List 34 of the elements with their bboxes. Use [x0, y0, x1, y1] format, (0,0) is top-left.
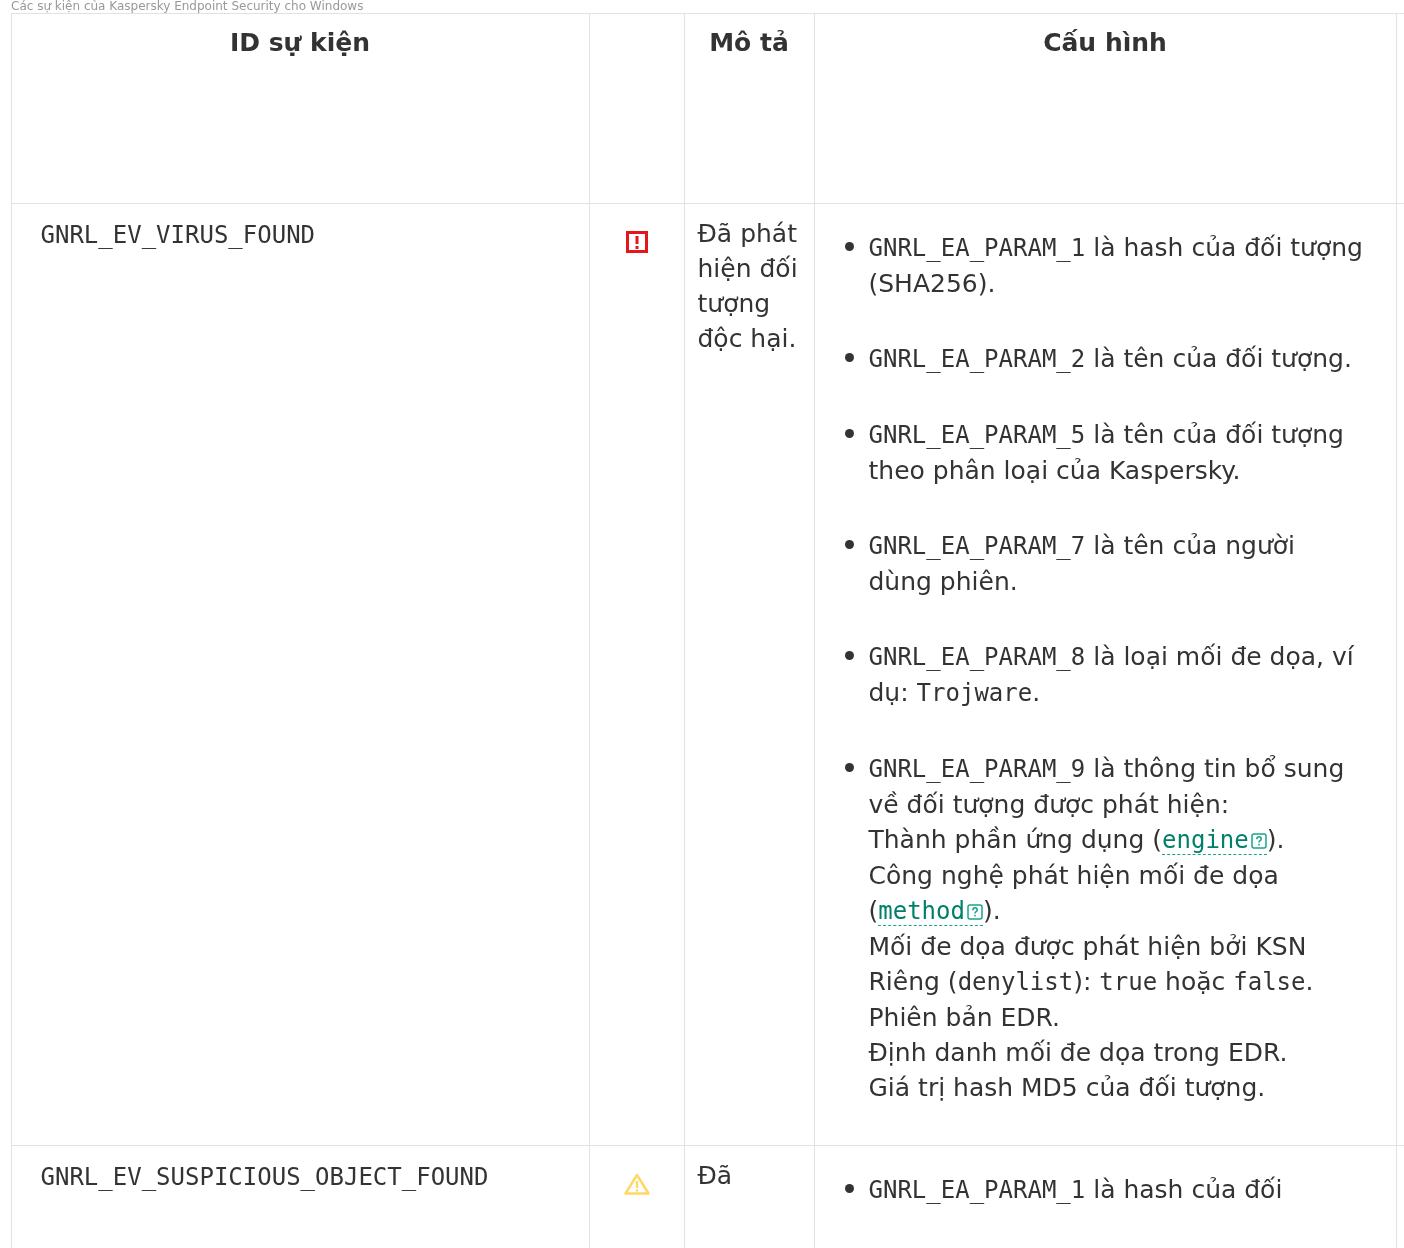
parameter-text: Giá trị hash MD5 của đối tượng.	[868, 1072, 1267, 1104]
event-id: GNRL_EV_VIRUS_FOUND	[40, 221, 316, 249]
bullet-icon	[844, 1184, 854, 1193]
bullet-icon	[844, 763, 854, 772]
parameter-text: Phiên bản EDR.	[868, 1002, 1061, 1034]
event-description: Đã phát hiện đối tượng độc hại.	[697, 218, 799, 355]
bullet-icon	[844, 540, 854, 549]
parameter-text: Công nghệ phát hiện mối đe dọa (method ).	[868, 860, 1280, 928]
bullet-icon	[844, 242, 854, 251]
column-header: Cấu hình	[1043, 28, 1167, 57]
term-link[interactable]: method	[878, 897, 983, 926]
help-icon	[966, 904, 983, 920]
bullet-icon	[844, 353, 854, 362]
parameter-text: GNRL_EA_PARAM_9 là thông tin bổ sung về đối tượng được phát hiện:	[868, 753, 1346, 821]
column-header: ID sự kiện	[229, 28, 371, 57]
parameter-text: GNRL_EA_PARAM_2 là tên của đối tượng.	[868, 343, 1352, 375]
event-description: Đã	[697, 1160, 734, 1192]
event-id: GNRL_EV_SUSPICIOUS_OBJECT_FOUND	[40, 1163, 489, 1191]
parameter-text: GNRL_EA_PARAM_7 là tên của người dùng phiên.	[868, 530, 1297, 598]
error-icon	[625, 230, 648, 253]
warning-icon	[623, 1173, 650, 1195]
table-caption: Các sự kiện của Kaspersky Endpoint Security cho Windows	[10, 0, 365, 13]
parameter-text: GNRL_EA_PARAM_1 là hash của đối	[868, 1174, 1283, 1206]
column-header: Mô tả	[709, 28, 789, 57]
bullet-icon	[844, 651, 854, 660]
bullet-icon	[844, 429, 854, 438]
term-link[interactable]: engine	[1162, 826, 1267, 855]
parameter-text: GNRL_EA_PARAM_5 là tên của đối tượng theo phân loại của Kaspersky.	[868, 419, 1345, 487]
parameter-text: Thành phần ứng dụng (engine ).	[868, 824, 1286, 857]
parameter-text: GNRL_EA_PARAM_1 là hash của đối tượng (SHA256).	[868, 232, 1364, 300]
help-icon	[1250, 833, 1267, 849]
parameter-text: Định danh mối đe dọa trong EDR.	[868, 1037, 1289, 1069]
parameter-text: Mối đe dọa được phát hiện bởi KSN Riêng (denylist): true hoặc false.	[868, 931, 1315, 998]
parameter-text: GNRL_EA_PARAM_8 là loại mối đe dọa, ví dụ: Trojware.	[868, 641, 1355, 709]
